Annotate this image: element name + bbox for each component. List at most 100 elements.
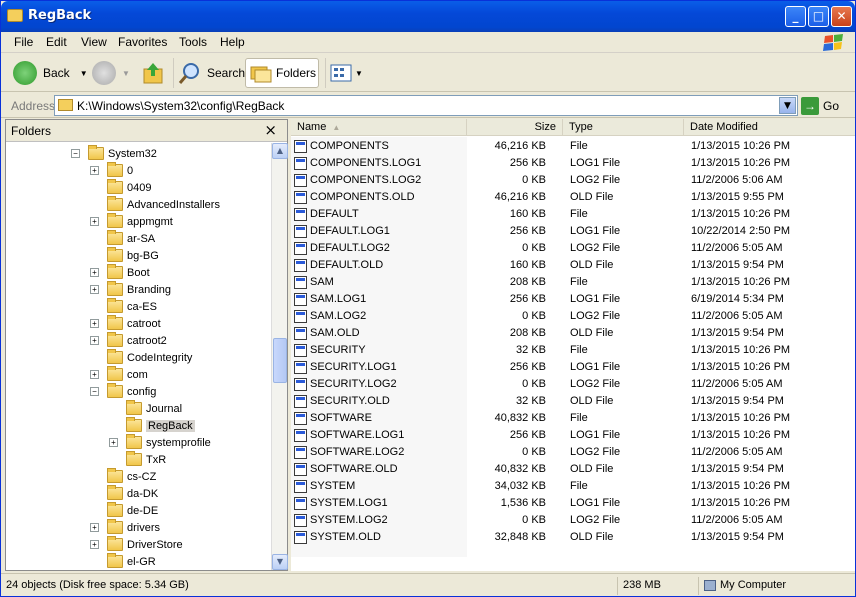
menu-tools[interactable]: Tools	[179, 35, 207, 49]
tree-item[interactable]: 0409	[90, 179, 151, 196]
folder-icon	[107, 281, 123, 296]
tree-item[interactable]: − System32	[71, 145, 157, 162]
file-row[interactable]: SECURITY.OLD 32 KB OLD File 1/13/2015 9:54 …	[291, 393, 855, 410]
registry-file-icon	[294, 174, 307, 187]
address-dropdown-button[interactable]: ▼	[779, 97, 796, 114]
file-name: COMPONENTS.LOG2	[310, 174, 422, 186]
tree-scrollbar[interactable]: ▲ ▼	[271, 143, 288, 570]
go-button[interactable]: → Go	[801, 96, 839, 115]
file-row[interactable]: SOFTWARE.OLD 40,832 KB OLD File 1/13/2015 9…	[291, 461, 855, 478]
registry-file-icon	[294, 395, 307, 408]
tree-item[interactable]: cs-CZ	[90, 468, 156, 485]
tree-expander[interactable]: +	[90, 370, 99, 379]
file-row[interactable]: SECURITY.LOG2 0 KB LOG2 File 11/2/2006 5:05…	[291, 376, 855, 393]
file-row[interactable]: SYSTEM 34,032 KB File 1/13/2015 10:26 PM	[291, 478, 855, 495]
tree-item-label: de-DE	[127, 504, 159, 517]
tree-item[interactable]: +0	[90, 162, 133, 179]
address-input[interactable]: K:\Windows\System32\config\RegBack ▼	[54, 95, 798, 116]
file-row[interactable]: SECURITY 32 KB File 1/13/2015 10:26 PM	[291, 342, 855, 359]
tree-item[interactable]: el-GR	[90, 553, 156, 570]
tree-item[interactable]: + catroot	[90, 315, 161, 332]
file-row[interactable]: SYSTEM.LOG2 0 KB LOG2 File 11/2/2006 5:05 A…	[291, 512, 855, 529]
folder-icon	[107, 298, 123, 313]
menu-view[interactable]: View	[81, 35, 107, 49]
tree-expander[interactable]: +	[90, 268, 99, 277]
file-row[interactable]: COMPONENTS.LOG1 256 KB LOG1 File 1/13/2015 …	[291, 155, 855, 172]
tree-expander[interactable]: +	[90, 336, 99, 345]
forward-button[interactable]: ▼	[92, 58, 130, 88]
folders-button[interactable]: Folders	[245, 58, 319, 88]
tree-item[interactable]: − config	[90, 383, 156, 400]
tree-item[interactable]: + com	[90, 366, 148, 383]
registry-file-icon	[294, 293, 307, 306]
tree-item[interactable]: CodeIntegrity	[90, 349, 192, 366]
file-row[interactable]: DEFAULT.OLD 160 KB OLD File 1/13/2015 9:54 …	[291, 257, 855, 274]
tree-item[interactable]: de-DE	[90, 502, 158, 519]
up-folder-button[interactable]	[142, 58, 164, 88]
dropdown-arrow-icon[interactable]: ▼	[80, 69, 88, 78]
column-header-type[interactable]: Type	[563, 119, 684, 136]
tree-expander[interactable]: +	[90, 540, 99, 549]
menu-help[interactable]: Help	[220, 35, 245, 49]
scroll-thumb[interactable]	[273, 338, 287, 383]
back-button[interactable]: Back ▼	[13, 58, 88, 88]
tree-expander[interactable]: −	[90, 387, 99, 396]
file-row[interactable]: COMPONENTS 46,216 KB File 1/13/2015 10:26 P…	[291, 138, 855, 155]
tree-item[interactable]: + Branding	[90, 281, 171, 298]
views-button[interactable]: ▼	[325, 58, 363, 88]
tree-item[interactable]: AdvancedInstallers	[90, 196, 220, 213]
file-row[interactable]: SAM 208 KB File 1/13/2015 10:26 PM	[291, 274, 855, 291]
scroll-up-button[interactable]: ▲	[272, 143, 288, 159]
tree-expander[interactable]: +	[90, 523, 99, 532]
menu-favorites[interactable]: Favorites	[118, 35, 167, 49]
tree-expander[interactable]: +	[90, 217, 99, 226]
menu-edit[interactable]: Edit	[46, 35, 67, 49]
file-row[interactable]: DEFAULT.LOG2 0 KB LOG2 File 11/2/2006 5:05 …	[291, 240, 855, 257]
tree-item[interactable]: ar-SA	[90, 230, 155, 247]
tree-expander[interactable]: +	[90, 319, 99, 328]
tree-item[interactable]: TxR	[109, 451, 166, 468]
tree-expander[interactable]: +	[90, 166, 99, 175]
title-bar[interactable]: RegBack _ □ ✕	[1, 1, 855, 32]
file-row[interactable]: SECURITY.LOG1 256 KB LOG1 File 1/13/2015 10…	[291, 359, 855, 376]
close-icon[interactable]: ×	[264, 121, 277, 139]
maximize-button[interactable]: □	[808, 6, 829, 27]
tree-item[interactable]: + catroot2	[90, 332, 167, 349]
column-header-date[interactable]: Date Modified	[684, 119, 855, 136]
file-row[interactable]: SOFTWARE 40,832 KB File 1/13/2015 10:26 PM	[291, 410, 855, 427]
file-row[interactable]: COMPONENTS.LOG2 0 KB LOG2 File 11/2/2006 5:…	[291, 172, 855, 189]
file-row[interactable]: SYSTEM.LOG1 1,536 KB LOG1 File 1/13/2015 10…	[291, 495, 855, 512]
tree-item[interactable]: + Boot	[90, 264, 150, 281]
tree-expander[interactable]: +	[109, 438, 118, 447]
file-row[interactable]: DEFAULT 160 KB File 1/13/2015 10:26 PM	[291, 206, 855, 223]
file-row[interactable]: SOFTWARE.LOG1 256 KB LOG1 File 1/13/2015 10…	[291, 427, 855, 444]
minimize-button[interactable]: _	[785, 6, 806, 27]
folder-icon	[107, 519, 123, 534]
file-size: 256 KB	[509, 361, 546, 373]
file-row[interactable]: SAM.LOG2 0 KB LOG2 File 11/2/2006 5:05 AM	[291, 308, 855, 325]
file-row[interactable]: COMPONENTS.OLD 46,216 KB OLD File 1/13/2015…	[291, 189, 855, 206]
file-row[interactable]: SAM.LOG1 256 KB LOG1 File 6/19/2014 5:34 PM	[291, 291, 855, 308]
tree-item[interactable]: + DriverStore	[90, 536, 183, 553]
menu-file[interactable]: File	[14, 35, 33, 49]
tree-item[interactable]: bg-BG	[90, 247, 159, 264]
close-button[interactable]: ✕	[831, 6, 852, 27]
tree-item[interactable]: da-DK	[90, 485, 158, 502]
column-header-name[interactable]: Name ▲	[291, 119, 467, 136]
search-button[interactable]: Search	[173, 58, 245, 88]
tree-item-label: 0409	[127, 181, 152, 194]
tree-item[interactable]: + drivers	[90, 519, 160, 536]
file-row[interactable]: SYSTEM.OLD 32,848 KB OLD File 1/13/2015 9:5…	[291, 529, 855, 546]
tree-expander[interactable]: +	[90, 285, 99, 294]
tree-item[interactable]: + appmgmt	[90, 213, 173, 230]
tree-item[interactable]: Journal	[109, 400, 182, 417]
tree-expander[interactable]: −	[71, 149, 80, 158]
file-row[interactable]: SOFTWARE.LOG2 0 KB LOG2 File 11/2/2006 5:05…	[291, 444, 855, 461]
tree-item[interactable]: RegBack	[109, 417, 195, 434]
tree-item[interactable]: ca-ES	[90, 298, 157, 315]
column-header-size[interactable]: Size	[467, 119, 563, 136]
scroll-down-button[interactable]: ▼	[272, 554, 288, 570]
file-row[interactable]: SAM.OLD 208 KB OLD File 1/13/2015 9:54 PM	[291, 325, 855, 342]
file-row[interactable]: DEFAULT.LOG1 256 KB LOG1 File 10/22/2014 2:…	[291, 223, 855, 240]
tree-item[interactable]: + systemprofile	[109, 434, 211, 451]
